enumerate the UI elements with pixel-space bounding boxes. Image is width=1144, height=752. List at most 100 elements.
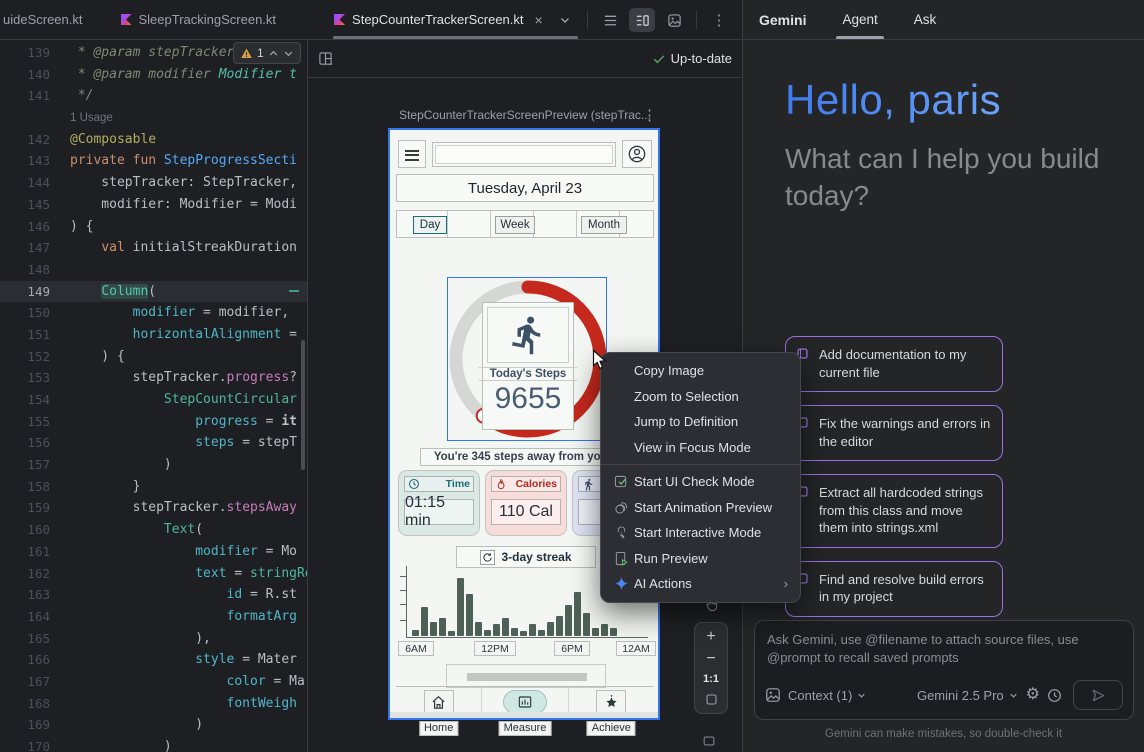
suggestion-text: Add documentation to my current file [819,347,966,380]
code-line[interactable]: 163 id = R.st [0,584,307,606]
code-line[interactable]: 142@Composable [0,129,307,151]
zoom-in-icon[interactable]: + [706,630,715,644]
chart-bar [448,631,455,636]
code-line[interactable]: 145 modifier: Modifier = Modi [0,194,307,216]
settings-gear-icon[interactable]: ⚙ [1026,687,1040,703]
menu-item-start-animation-preview[interactable]: Start Animation Preview [601,495,800,521]
code-line[interactable]: 148 [0,259,307,281]
menu-item-label: View in Focus Mode [634,440,751,455]
editor-tab[interactable]: SleepTrackingScreen.kt [111,0,287,39]
code-line[interactable]: 155 progress = it [0,411,307,433]
gemini-prompt-input[interactable]: Ask Gemini, use @filename to attach sour… [754,620,1134,720]
code-line[interactable]: 150 modifier = modifier, [0,302,307,324]
suggestion-card[interactable]: Fix the warnings and errors in the edito… [785,405,1003,461]
code-line[interactable]: 146) { [0,216,307,238]
code-line[interactable]: 159 stepTracker.stepsAway [0,497,307,519]
close-tab-icon[interactable]: × [535,12,543,28]
split-view-icon[interactable] [629,8,655,32]
menu-item-run-preview[interactable]: Run Preview [601,546,800,572]
preview-more-icon[interactable]: ⋮ [642,106,657,124]
range-tab-week[interactable]: Week [495,216,535,234]
more-options-icon[interactable]: ⋮ [706,8,732,32]
code-line[interactable]: 158 } [0,476,307,498]
zoom-controls: + − 1:1 [694,622,728,714]
code-line[interactable]: 143private fun StepProgressSecti [0,150,307,172]
line-number: 158 [0,476,56,498]
chart-bar [610,628,617,636]
profile-icon[interactable] [622,140,652,168]
code-line[interactable]: 154 StepCountCircular [0,389,307,411]
code-line[interactable]: 166 style = Mater [0,649,307,671]
gemini-tab-agent[interactable]: Agent [842,0,877,39]
line-number: 145 [0,194,56,216]
menu-item-start-interactive-mode[interactable]: Start Interactive Mode [601,520,800,546]
nav-label: Measure [499,721,552,736]
editor-tab[interactable]: StepCounterTrackerScreen.kt× [324,0,553,39]
code-line[interactable]: 161 modifier = Mo [0,541,307,563]
code-line[interactable]: 140 * @param modifier Modifier t [0,64,307,86]
code-line[interactable]: 153 stepTracker.progress? [0,367,307,389]
code-line[interactable]: 164 formatArg [0,606,307,628]
design-view-icon[interactable] [661,8,687,32]
suggestion-card[interactable]: Find and resolve build errors in my proj… [785,561,1003,617]
code-line[interactable]: 170 ) [0,736,307,752]
code-line[interactable]: 165 ), [0,628,307,650]
menu-item-jump-to-definition[interactable]: Jump to Definition [601,409,800,435]
layout-options-icon[interactable] [318,51,333,66]
code-line[interactable]: 162 text = stringRe [0,563,307,585]
code-line[interactable]: 152 ) { [0,346,307,368]
streak-badge: 3-day streak [456,546,596,568]
check-icon [652,52,666,66]
send-button[interactable] [1073,680,1123,710]
line-number: 152 [0,346,56,368]
code-line[interactable]: 144 stepTracker: StepTracker, [0,172,307,194]
menu-item-ai-actions[interactable]: AI Actions› [601,571,800,597]
suggestion-card[interactable]: Extract all hardcoded strings from this … [785,474,1003,548]
kotlin-file-icon [334,14,345,25]
search-field[interactable] [432,142,616,167]
range-tab-month[interactable]: Month [581,216,627,234]
editor-scrollbar[interactable] [301,340,305,470]
gemini-tab-ask[interactable]: Ask [914,0,937,39]
chart-bar [556,616,563,636]
prev-issue-icon[interactable] [268,48,279,59]
code-line[interactable]: 147 val initialStreakDuration [0,237,307,259]
zoom-ratio[interactable]: 1:1 [703,673,719,685]
menu-item-view-in-focus-mode[interactable]: View in Focus Mode [601,435,800,461]
code-view-icon[interactable] [597,8,623,32]
inspection-widget[interactable]: 1 [233,42,301,64]
code-line[interactable]: 1 Usage [0,107,307,129]
zoom-out-icon[interactable]: − [706,652,715,666]
range-tab-day[interactable]: Day [413,216,447,234]
code-line[interactable]: 167 color = Ma [0,671,307,693]
editor-tab[interactable]: uideScreen.kt [0,0,93,39]
fit-screen-icon[interactable] [705,693,718,706]
code-line[interactable]: 141 */ [0,85,307,107]
chart-bar [565,605,572,636]
menu-button[interactable] [398,140,426,168]
code-line[interactable]: 160 Text( [0,519,307,541]
menu-item-start-ui-check-mode[interactable]: Start UI Check Mode [601,469,800,495]
code-line[interactable]: 169 ) [0,714,307,736]
code-line[interactable]: 149 Column( [0,281,307,303]
line-number: 146 [0,216,56,238]
menu-item-label: Start Interactive Mode [634,525,761,540]
menu-item-zoom-to-selection[interactable]: Zoom to Selection [601,384,800,410]
code-line[interactable]: 168 fontWeigh [0,693,307,715]
code-line[interactable]: 151 horizontalAlignment = [0,324,307,346]
context-selector[interactable]: Context (1) [788,688,867,703]
suggestion-card[interactable]: Add documentation to my current file [785,336,1003,392]
history-icon[interactable] [1047,688,1062,703]
code-line[interactable]: 157 ) [0,454,307,476]
screen-mode-icon[interactable] [702,734,716,752]
line-number: 141 [0,85,56,107]
chevron-down-icon[interactable] [552,8,578,32]
line-number: 148 [0,259,56,281]
next-issue-icon[interactable] [283,48,294,59]
code-editor[interactable]: 139 * @param stepTracker140 * @param mod… [0,40,308,752]
attach-image-icon[interactable] [765,687,781,703]
menu-item-copy-image[interactable]: Copy Image [601,358,800,384]
tab-scroll-indicator[interactable] [333,36,578,39]
model-selector[interactable]: Gemini 2.5 Pro [917,688,1019,703]
code-line[interactable]: 156 steps = stepT [0,432,307,454]
